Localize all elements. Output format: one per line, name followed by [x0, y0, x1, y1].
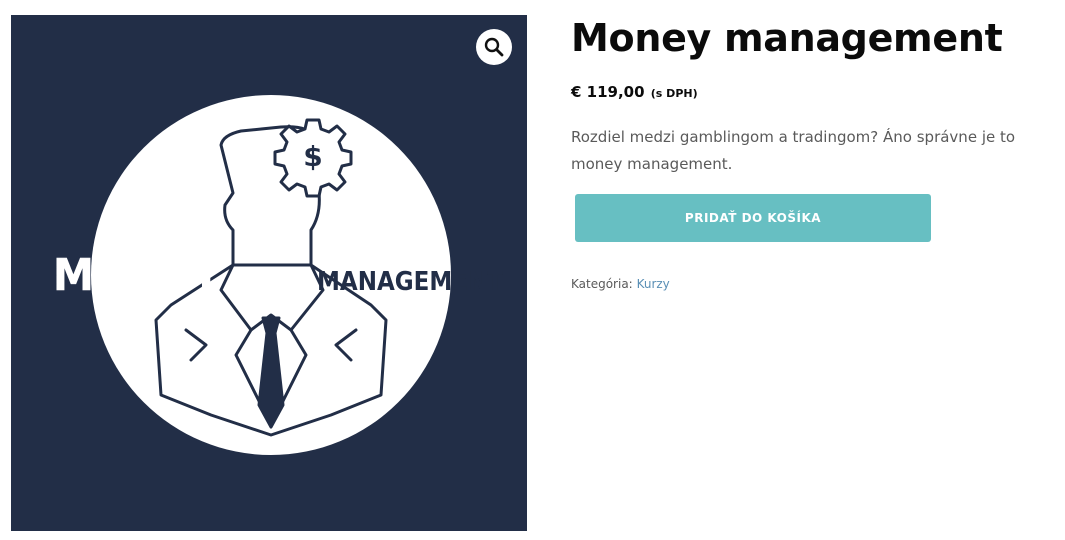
dollar-sign: $ — [303, 140, 322, 173]
product-short-description: Rozdiel medzi gamblingom a tradingom? Án… — [571, 128, 1016, 173]
product-price: € 119,00 (s DPH) — [571, 82, 1051, 104]
price-suffix: (s DPH) — [650, 87, 698, 100]
gear-icon: $ — [273, 118, 353, 198]
money-management-illustration: $ MONEY MANAGEMENT — [11, 15, 527, 531]
product-summary: Money management € 119,00 (s DPH) Rozdie… — [571, 14, 1051, 292]
product-meta: Kategória: Kurzy — [571, 276, 1051, 292]
category-label: Kategória: — [571, 277, 633, 291]
product-image[interactable]: $ MONEY MANAGEMENT — [11, 15, 527, 531]
magnifier-icon — [484, 37, 504, 57]
product-page: $ MONEY MANAGEMENT Money management € 11… — [0, 0, 1065, 540]
category-link[interactable]: Kurzy — [637, 277, 670, 291]
image-text-money: MONEY — [53, 250, 222, 301]
image-text-management: MANAGEMENT — [317, 267, 503, 297]
product-title: Money management — [571, 16, 1003, 60]
price-amount: € 119,00 — [571, 83, 645, 101]
add-to-cart-button[interactable]: PRIDAŤ DO KOŠÍKA — [575, 194, 931, 242]
zoom-button[interactable] — [476, 29, 512, 65]
